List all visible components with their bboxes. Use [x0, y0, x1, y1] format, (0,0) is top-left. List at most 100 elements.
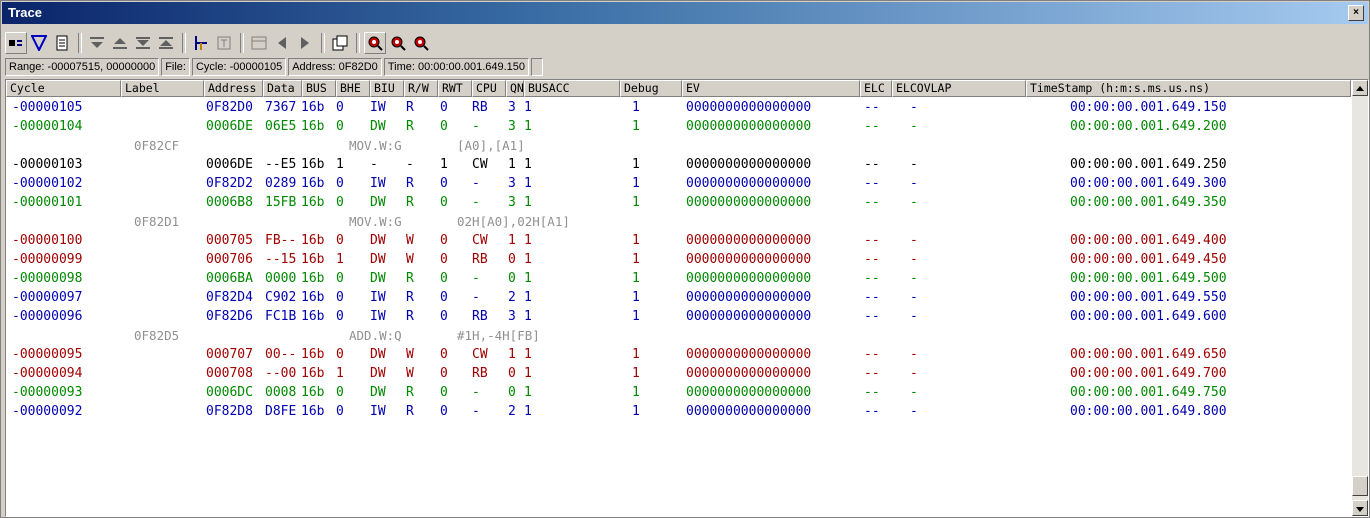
column-header[interactable]: ELCOVLAP — [892, 80, 1026, 97]
table-cell: -00000101 — [12, 195, 83, 210]
table-cell: - — [910, 195, 918, 210]
table-row[interactable]: -00000092 0F82D8 D8FE 16b 0 IW R 0-2 1 1 000000000… — [6, 402, 1351, 421]
column-header[interactable]: EV — [682, 80, 860, 97]
table-cell: R — [406, 100, 414, 115]
table-cell: 0F82D0 — [206, 100, 253, 115]
table-cell: 00:00:00.001.649.800 — [1070, 404, 1227, 419]
table-cell: 0 — [336, 195, 344, 210]
column-header[interactable]: CPU — [472, 80, 506, 97]
table-row[interactable]: -00000097 0F82D4 C902 16b 0 IW R 0-2 1 1 000000000… — [6, 288, 1351, 307]
table-cell: -00000092 — [12, 404, 83, 419]
table-cell: 16b — [301, 366, 325, 381]
search-icon[interactable] — [364, 32, 386, 54]
scroll-thumb[interactable] — [1352, 476, 1368, 496]
table-row[interactable]: -00000095 000707 00-- 16b 0 DW W 0 CW 1 1 1 00000000… — [6, 345, 1351, 364]
table-cell: 0 — [440, 252, 448, 267]
table-cell: FB-- — [265, 233, 297, 248]
search-prev-icon[interactable] — [387, 32, 409, 54]
next-icon[interactable] — [294, 32, 316, 54]
column-header[interactable]: ELC — [860, 80, 892, 97]
jump-top-icon[interactable] — [155, 32, 177, 54]
table-cell: 1 — [524, 290, 532, 305]
column-header[interactable]: BUS — [302, 80, 336, 97]
table-cell: RB — [472, 100, 488, 115]
document-icon[interactable] — [51, 32, 73, 54]
disassembly-row[interactable]: 0F82D5 ADD.W:Q #1H,-4H[FB] — [6, 326, 1351, 345]
trace-table[interactable]: Cycle Label Address Data BUS BHE BIU R/W RWT CPU Q… — [5, 79, 1369, 517]
status-bar: Range: -00007515, 00000000 File: Cycle: … — [5, 58, 545, 76]
table-cell: 3 — [508, 309, 516, 324]
disassembly-row[interactable]: 0F82CF MOV.W:G [A0],[A1] — [6, 136, 1351, 155]
table-cell: DW — [370, 119, 386, 134]
table-cell: -00000102 — [12, 176, 83, 191]
table-cell: -- — [864, 157, 880, 172]
copy-icon[interactable] — [329, 32, 351, 54]
title-bar[interactable]: Trace × — [2, 2, 1368, 24]
table-cell: R — [406, 290, 414, 305]
column-header[interactable]: Debug — [620, 80, 682, 97]
table-row[interactable]: -00000102 0F82D2 0289 16b 0 IW R 0-3 1 1 000000000… — [6, 174, 1351, 193]
filter-icon[interactable] — [28, 32, 50, 54]
table-cell: -- — [864, 271, 880, 286]
move-up-icon[interactable] — [109, 32, 131, 54]
table-cell: 16b — [301, 195, 325, 210]
table-cell: 000705 — [206, 233, 253, 248]
trigger-icon[interactable] — [213, 32, 235, 54]
table-cell: 0000000000000000 — [686, 100, 812, 115]
search-next-icon[interactable] — [410, 32, 432, 54]
column-header[interactable]: BHE — [336, 80, 370, 97]
table-row[interactable]: -00000105 0F82D0 7367 16b 0 IW R 0 RB 3 1 1 00000000… — [6, 98, 1351, 117]
display-mode-icon[interactable] — [5, 32, 27, 54]
vertical-scrollbar[interactable] — [1352, 80, 1368, 516]
table-cell: 000706 — [206, 252, 253, 267]
trace-window: Trace × Range: -00007515, 00000000 File:… — [0, 0, 1370, 518]
table-cell: 0000000000000000 — [686, 404, 812, 419]
table-cell: 0000 — [265, 271, 297, 286]
scroll-up-button[interactable] — [1352, 80, 1368, 96]
column-header[interactable]: R/W — [404, 80, 438, 97]
dis-label: 0F82D1 — [134, 214, 180, 229]
table-row[interactable]: -00000101 0006B8 15FB 16b 0 DW R 0-3 1 1 000000000… — [6, 193, 1351, 212]
table-cell: - — [472, 385, 480, 400]
table-row[interactable]: -00000103 0006DE --E5 16b 1- -1 CW 1 1 1 000000000… — [6, 155, 1351, 174]
table-row[interactable]: -00000099 000706 --15 16b 1 DW W 0 RB 0 1 1 00000000… — [6, 250, 1351, 269]
column-header[interactable]: TimeStamp (h:m:s.ms.us.ns) — [1026, 80, 1351, 97]
table-cell: 00:00:00.001.649.400 — [1070, 233, 1227, 248]
table-row[interactable]: -00000100 000705 FB-- 16b 0 DW W 0 CW 1 1 1 00000000… — [6, 231, 1351, 250]
dis-operands: [A0],[A1] — [457, 138, 525, 153]
table-cell: CW — [472, 157, 488, 172]
column-header[interactable]: Cycle — [6, 80, 121, 97]
status-time: Time: 00:00:00.001.649.150 — [383, 58, 530, 76]
column-header[interactable]: BIU — [370, 80, 404, 97]
table-row[interactable]: -00000104 0006DE 06E5 16b 0 DW R 0-3 1 1 000000000… — [6, 117, 1351, 136]
table-cell: 1 — [632, 119, 640, 134]
move-down-icon[interactable] — [86, 32, 108, 54]
window-icon[interactable] — [248, 32, 270, 54]
column-header[interactable]: Address — [204, 80, 263, 97]
column-header[interactable]: RWT — [438, 80, 472, 97]
scroll-down-button[interactable] — [1352, 500, 1368, 516]
table-row[interactable]: -00000094 000708 --00 16b 1 DW W 0 RB 0 1 1 00000000… — [6, 364, 1351, 383]
disassembly-row[interactable]: 0F82D1 MOV.W:G 02H[A0],02H[A1] — [6, 212, 1351, 231]
table-body: -00000105 0F82D0 7367 16b 0 IW R 0 RB 3 1 1 00000000… — [6, 98, 1351, 421]
prev-icon[interactable] — [271, 32, 293, 54]
status-file: File: — [161, 58, 190, 76]
table-cell: - — [472, 176, 480, 191]
table-row[interactable]: -00000093 0006DC 0008 16b 0 DW R 0-0 1 1 000000000… — [6, 383, 1351, 402]
table-row[interactable]: -00000098 0006BA 0000 16b 0 DW R 0-0 1 1 000000000… — [6, 269, 1351, 288]
jump-bottom-icon[interactable] — [132, 32, 154, 54]
table-cell: CW — [472, 347, 488, 362]
close-button[interactable]: × — [1348, 5, 1364, 21]
table-cell: 2 — [508, 290, 516, 305]
column-header[interactable]: Label — [121, 80, 204, 97]
table-cell: 0000000000000000 — [686, 385, 812, 400]
column-header[interactable]: BUSACC — [524, 80, 620, 97]
table-cell: - — [472, 119, 480, 134]
table-cell: 000707 — [206, 347, 253, 362]
link-icon[interactable] — [190, 32, 212, 54]
table-row[interactable]: -00000096 0F82D6 FC1B 16b 0 IW R 0 RB 3 1 1 00000000… — [6, 307, 1351, 326]
column-header[interactable]: Data — [263, 80, 302, 97]
column-header[interactable]: QN — [506, 80, 524, 97]
table-cell: RB — [472, 366, 488, 381]
table-cell: - — [910, 176, 918, 191]
